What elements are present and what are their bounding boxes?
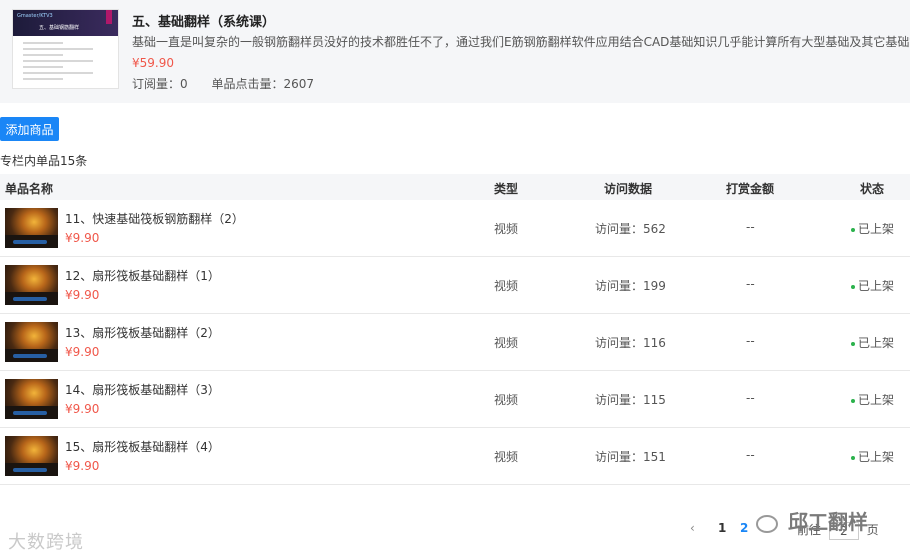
course-title: 五、基础翻样（系统课） <box>132 15 276 30</box>
subscription-count: 订阅量：0 <box>132 77 188 91</box>
course-description: 基础一直是叫复杂的一般钢筋翻样员没好的技术都胜任不了，通过我们E筋钢筋翻样软件应… <box>132 35 910 49</box>
course-cover-image[interactable]: Gmaster/KTV3 五、基础钢筋翻样 <box>12 9 119 89</box>
item-count: 专栏内单品15条 <box>0 154 88 168</box>
item-tips: -- <box>746 220 755 234</box>
table-header: 单品名称 类型 访问数据 打赏金额 状态 <box>0 174 910 200</box>
item-title[interactable]: 13、扇形筏板基础翻样（2） <box>65 324 220 341</box>
item-visits: 访问量：199 <box>595 279 666 293</box>
status-badge: 已上架 <box>851 220 894 237</box>
prev-page-button[interactable]: ‹ <box>690 521 695 535</box>
course-card: Gmaster/KTV3 五、基础钢筋翻样 五、基础翻样（系统课） 基础一直是叫… <box>0 0 910 103</box>
header-name: 单品名称 <box>5 182 54 196</box>
header-status: 状态 <box>860 182 885 196</box>
cover-outline <box>23 42 113 84</box>
status-dot-icon <box>851 284 855 289</box>
item-tips: -- <box>746 334 755 348</box>
course-stats: 订阅量：0 单品点击量：2607 <box>132 75 314 92</box>
wechat-icon <box>756 514 778 533</box>
item-type: 视频 <box>494 393 519 407</box>
status-badge: 已上架 <box>851 334 894 351</box>
item-price: ¥9.90 <box>65 459 100 473</box>
item-type: 视频 <box>494 222 519 236</box>
header-type: 类型 <box>494 182 519 196</box>
status-dot-icon <box>851 341 855 346</box>
table-row[interactable]: 13、扇形筏板基础翻样（2） ¥9.90 视频 访问量：116 -- 已上架 <box>0 314 910 371</box>
item-tips: -- <box>746 391 755 405</box>
status-badge: 已上架 <box>851 277 894 294</box>
item-tips: -- <box>746 277 755 291</box>
header-tips: 打赏金额 <box>726 182 775 196</box>
cover-tag: Gmaster/KTV3 <box>17 13 53 19</box>
video-thumbnail[interactable] <box>5 436 58 476</box>
item-visits: 访问量：151 <box>595 450 666 464</box>
status-dot-icon <box>851 227 855 232</box>
item-visits: 访问量：562 <box>595 222 666 236</box>
status-badge: 已上架 <box>851 448 894 465</box>
watermark-right: 邱工翻样 <box>756 506 868 535</box>
page-2-button[interactable]: 2 <box>740 521 748 535</box>
cover-bookmark-icon <box>106 10 112 24</box>
item-visits: 访问量：115 <box>595 393 666 407</box>
header-visits: 访问数据 <box>604 182 653 196</box>
item-type: 视频 <box>494 279 519 293</box>
video-thumbnail[interactable] <box>5 322 58 362</box>
item-title[interactable]: 11、快速基础筏板钢筋翻样（2） <box>65 210 244 227</box>
page-1-button[interactable]: 1 <box>718 521 726 535</box>
watermark-left: 大数跨境 <box>8 532 84 553</box>
table-row[interactable]: 14、扇形筏板基础翻样（3） ¥9.90 视频 访问量：115 -- 已上架 <box>0 371 910 428</box>
click-count: 单品点击量：2607 <box>211 77 315 91</box>
cover-title: 五、基础钢筋翻样 <box>39 25 80 31</box>
video-thumbnail[interactable] <box>5 208 58 248</box>
table-row[interactable]: 12、扇形筏板基础翻样（1） ¥9.90 视频 访问量：199 -- 已上架 <box>0 257 910 314</box>
item-price: ¥9.90 <box>65 345 100 359</box>
table-row[interactable]: 15、扇形筏板基础翻样（4） ¥9.90 视频 访问量：151 -- 已上架 <box>0 428 910 485</box>
add-product-button[interactable]: 添加商品 <box>0 117 59 141</box>
item-price: ¥9.90 <box>65 231 100 245</box>
item-title[interactable]: 15、扇形筏板基础翻样（4） <box>65 438 220 455</box>
status-badge: 已上架 <box>851 391 894 408</box>
course-price: ¥59.90 <box>132 56 174 70</box>
item-visits: 访问量：116 <box>595 336 666 350</box>
item-title[interactable]: 12、扇形筏板基础翻样（1） <box>65 267 220 284</box>
item-price: ¥9.90 <box>65 402 100 416</box>
video-thumbnail[interactable] <box>5 265 58 305</box>
item-tips: -- <box>746 448 755 462</box>
status-dot-icon <box>851 455 855 460</box>
item-type: 视频 <box>494 450 519 464</box>
item-type: 视频 <box>494 336 519 350</box>
goto-suffix: 页 <box>866 523 879 537</box>
item-price: ¥9.90 <box>65 288 100 302</box>
video-thumbnail[interactable] <box>5 379 58 419</box>
table-row[interactable]: 11、快速基础筏板钢筋翻样（2） ¥9.90 视频 访问量：562 -- 已上架 <box>0 200 910 257</box>
item-title[interactable]: 14、扇形筏板基础翻样（3） <box>65 381 220 398</box>
status-dot-icon <box>851 398 855 403</box>
